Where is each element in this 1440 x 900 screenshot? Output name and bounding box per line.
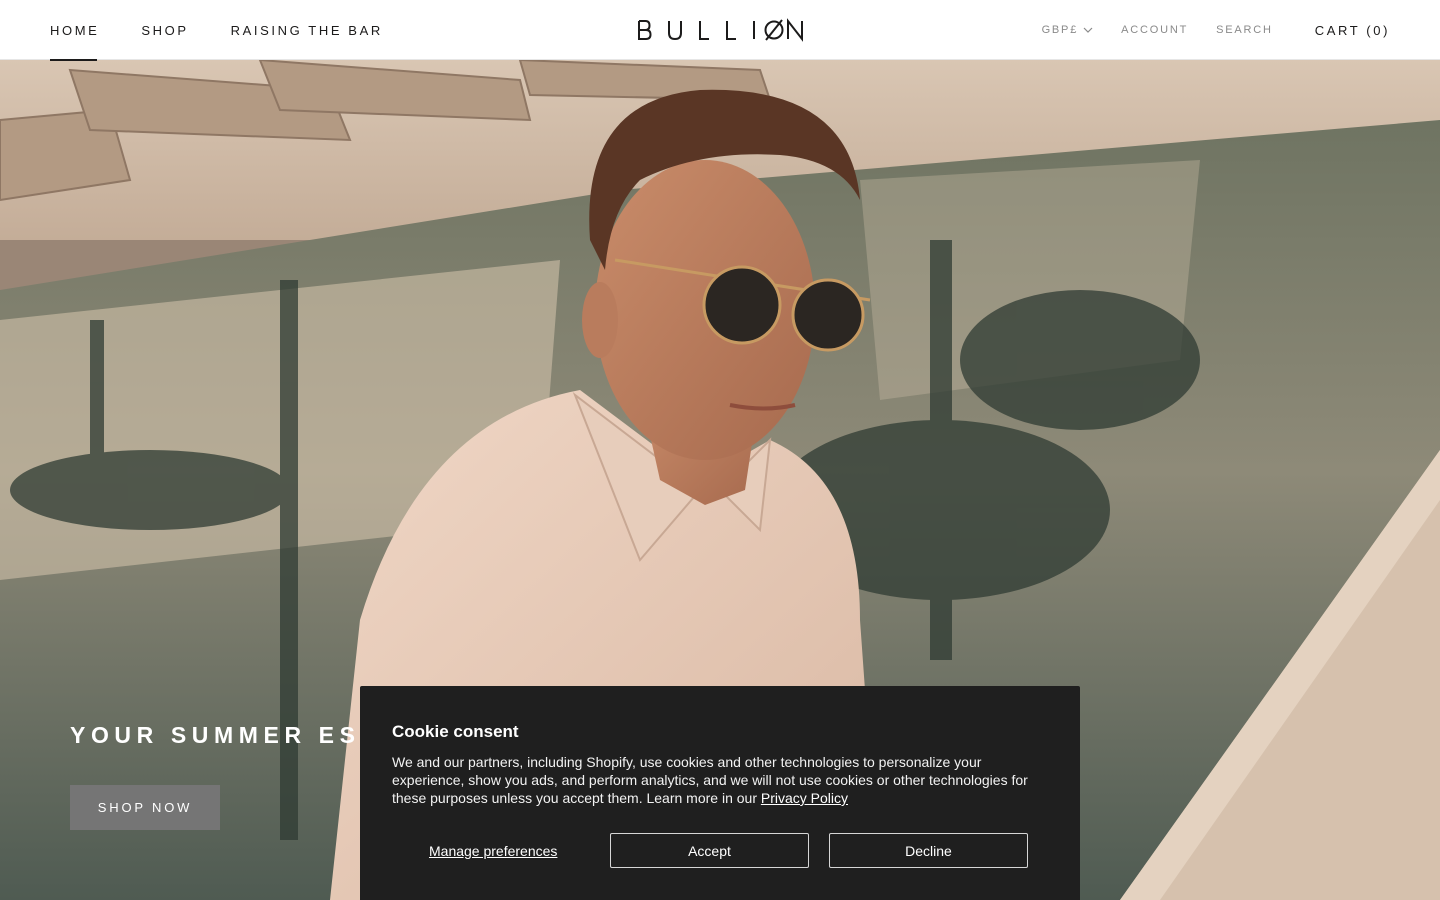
brand-logo[interactable] <box>637 18 805 42</box>
currency-label: GBP£ <box>1041 24 1079 36</box>
cookie-consent-title: Cookie consent <box>392 722 519 741</box>
hero-heading: YOUR SUMMER ESS <box>70 722 382 748</box>
cookie-consent-text: We and our partners, including Shopify, … <box>392 754 1028 806</box>
search-link[interactable]: SEARCH <box>1216 24 1273 36</box>
nav-raising-the-bar-link[interactable]: RAISING THE BAR <box>231 0 383 60</box>
privacy-policy-link[interactable]: Privacy Policy <box>761 790 848 806</box>
site-header: HOME SHOP RAISING THE BAR GBP£ ACCOUNT S… <box>0 0 1440 61</box>
utility-nav: GBP£ ACCOUNT SEARCH CART (0) <box>1014 0 1390 60</box>
main-nav: HOME SHOP RAISING THE BAR <box>50 0 425 61</box>
account-link[interactable]: ACCOUNT <box>1121 24 1188 36</box>
shop-now-button[interactable]: SHOP NOW <box>70 785 220 830</box>
cart-link[interactable]: CART (0) <box>1315 23 1390 38</box>
bullion-logo-mark <box>638 18 803 42</box>
chevron-down-icon <box>1083 27 1093 33</box>
currency-selector[interactable]: GBP£ <box>1042 24 1094 36</box>
cookie-consent-dialog: Cookie consent We and our partners, incl… <box>360 686 1080 900</box>
nav-home-link[interactable]: HOME <box>50 0 99 61</box>
cookie-consent-body: We and our partners, including Shopify, … <box>392 753 1052 807</box>
nav-shop-link[interactable]: SHOP <box>141 0 188 60</box>
accept-button[interactable]: Accept <box>610 833 809 868</box>
manage-preferences-button[interactable]: Manage preferences <box>429 833 557 868</box>
decline-button[interactable]: Decline <box>829 833 1028 868</box>
cookie-consent-actions: Manage preferences Accept Decline <box>392 833 1048 868</box>
